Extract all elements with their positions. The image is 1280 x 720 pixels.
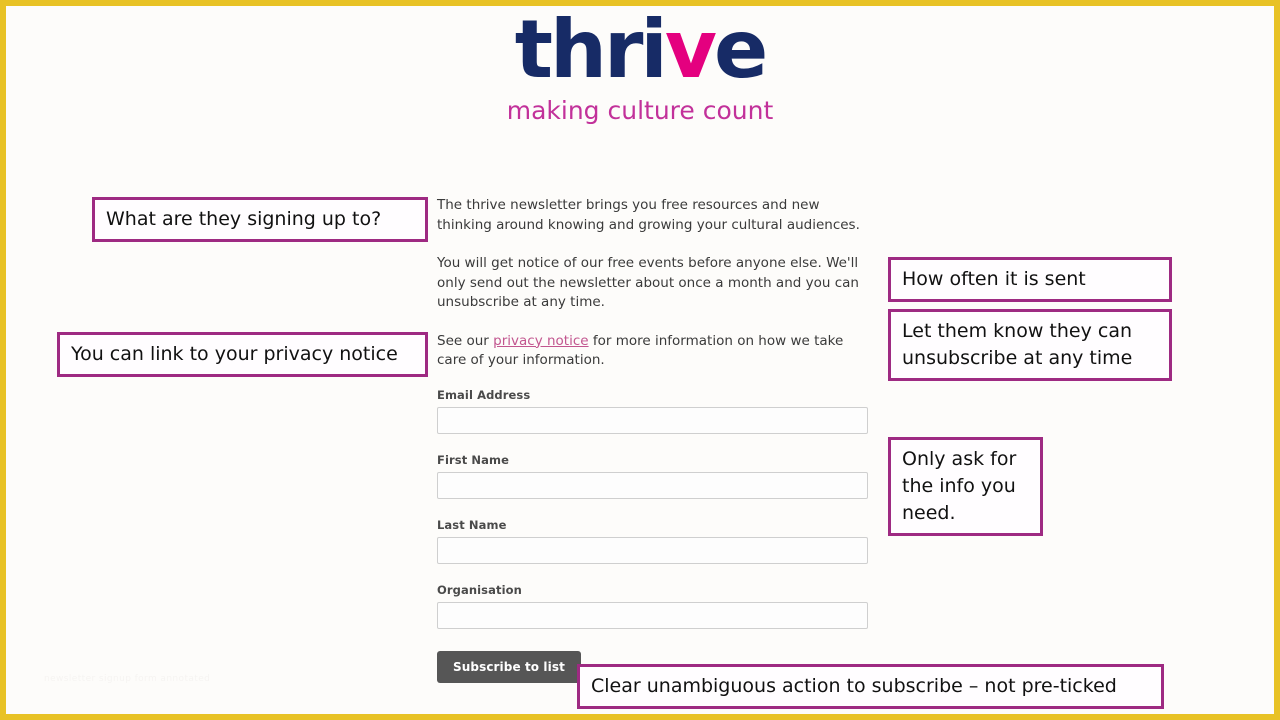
first-name-label: First Name: [437, 452, 509, 467]
last-name-label: Last Name: [437, 517, 507, 532]
annotation-link-privacy-notice: You can link to your privacy notice: [57, 332, 428, 377]
organisation-label: Organisation: [437, 582, 522, 597]
frequency-paragraph: You will get notice of our free events b…: [437, 255, 859, 310]
organisation-input[interactable]: [437, 601, 868, 629]
logo-tagline: making culture count: [506, 96, 774, 125]
privacy-paragraph: See our privacy notice for more informat…: [437, 332, 869, 371]
subscribe-to-list-button[interactable]: Subscribe to list: [437, 650, 581, 683]
email-address-label: Email Address: [437, 387, 531, 402]
email-address-input[interactable]: [437, 406, 868, 434]
wordmark-part-2: e: [713, 6, 768, 96]
privacy-notice-link[interactable]: privacy notice: [493, 333, 588, 349]
annotation-what-signing-up-to: What are they signing up to?: [92, 197, 428, 242]
newsletter-signup-form: The thrive newsletter brings you free re…: [437, 196, 869, 683]
thrive-wordmark: thrive: [515, 10, 769, 90]
annotation-clear-action-not-pre-ticked: Clear unambiguous action to subscribe – …: [577, 664, 1164, 709]
wordmark-accent-v: v: [664, 6, 717, 96]
intro-paragraph: The thrive newsletter brings you free re…: [437, 197, 860, 233]
slide-content: thrive making culture count The thrive n…: [6, 6, 1274, 714]
wordmark-part-1: thri: [514, 6, 668, 96]
annotation-how-often-sent: How often it is sent: [888, 257, 1172, 302]
annotation-unsubscribe-any-time: Let them know they can unsubscribe at an…: [888, 309, 1172, 381]
faint-watermark-text: newsletter signup form annotated: [44, 674, 211, 684]
slide-frame: thrive making culture count The thrive n…: [0, 0, 1280, 720]
first-name-input[interactable]: [437, 471, 868, 499]
annotation-only-ask-info-needed: Only ask for the info you need.: [888, 437, 1043, 536]
privacy-text-before: See our: [437, 332, 494, 349]
thrive-logo: thrive making culture count: [6, 6, 1274, 125]
last-name-input[interactable]: [437, 536, 868, 564]
